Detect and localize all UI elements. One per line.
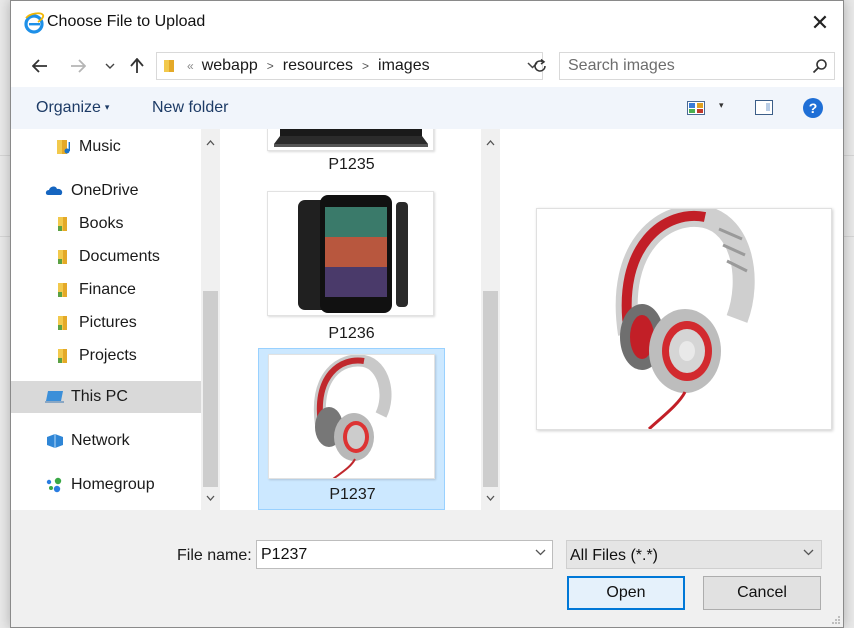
chevron-down-icon[interactable] <box>535 548 546 559</box>
open-button[interactable]: Open <box>567 576 685 610</box>
file-name: P1237 <box>329 486 376 503</box>
internet-explorer-icon <box>24 12 45 34</box>
folder-icon <box>58 250 67 264</box>
forward-button[interactable] <box>65 53 91 79</box>
close-icon: ✕ <box>810 10 830 35</box>
scrollbar-thumb[interactable] <box>203 291 218 487</box>
back-button[interactable] <box>27 53 53 79</box>
folder-icon <box>164 60 174 72</box>
nav-label: OneDrive <box>71 182 139 199</box>
tablet-thumbnail <box>267 191 434 316</box>
music-folder-icon <box>57 140 70 154</box>
chevron-down-icon <box>105 63 115 69</box>
file-type-select[interactable]: All Files (*.*) <box>566 540 822 569</box>
file-name-input[interactable] <box>257 541 527 568</box>
search-box[interactable] <box>559 52 835 80</box>
dialog-title: Choose File to Upload <box>47 13 206 30</box>
nav-label: This PC <box>71 388 128 405</box>
file-name: P1236 <box>328 325 375 342</box>
file-upload-dialog: Choose File to Upload ✕ « webapp > resou… <box>10 0 844 628</box>
title-bar: Choose File to Upload ✕ <box>11 1 843 45</box>
laptop-thumbnail <box>267 129 434 151</box>
homegroup-icon <box>46 477 62 493</box>
file-name: P1235 <box>328 156 375 173</box>
scrollbar-thumb[interactable] <box>483 291 498 487</box>
breadcrumb-webapp[interactable]: webapp <box>202 57 258 75</box>
preview-pane-icon[interactable] <box>755 100 773 115</box>
view-options-caret-icon[interactable]: ▾ <box>719 100 724 111</box>
nav-label: Documents <box>79 248 160 265</box>
file-type-value: All Files (*.*) <box>570 547 659 564</box>
navigation-scrollbar[interactable] <box>201 129 220 510</box>
nav-item-books[interactable]: Books <box>11 209 201 239</box>
folder-icon <box>58 349 67 363</box>
scroll-down-icon[interactable] <box>201 489 220 507</box>
chevron-right-icon[interactable]: > <box>362 59 369 73</box>
address-row: « webapp > resources > images <box>11 45 843 87</box>
nav-label: Finance <box>79 281 136 298</box>
nav-item-this-pc[interactable]: This PC <box>11 381 201 413</box>
network-icon <box>47 434 63 448</box>
nav-label: Music <box>79 138 121 155</box>
nav-label: Projects <box>79 347 137 364</box>
search-icon[interactable] <box>812 58 828 74</box>
scroll-up-icon[interactable] <box>481 134 500 152</box>
nav-item-projects[interactable]: Projects <box>11 341 201 371</box>
new-folder-button[interactable]: New folder <box>152 99 228 117</box>
file-name-combobox[interactable] <box>256 540 553 569</box>
change-view-icon[interactable] <box>687 101 705 115</box>
cancel-button[interactable]: Cancel <box>703 576 821 610</box>
computer-icon <box>45 391 64 403</box>
scroll-up-icon[interactable] <box>201 134 220 152</box>
chevron-right-icon[interactable]: > <box>267 59 274 73</box>
file-name-label: File name: <box>177 547 252 564</box>
close-button[interactable]: ✕ <box>797 1 843 45</box>
nav-label: Books <box>79 215 124 232</box>
file-list: P1235 P1236 P1237 <box>220 129 481 510</box>
preview-pane <box>500 129 843 510</box>
file-list-scrollbar[interactable] <box>481 129 500 510</box>
organize-button[interactable]: Organize ▾ <box>36 99 109 117</box>
organize-label: Organize <box>36 99 101 116</box>
command-bar: Organize ▾ New folder ▾ ? <box>11 87 843 129</box>
nav-item-pictures[interactable]: Pictures <box>11 308 201 338</box>
headphones-thumbnail <box>268 354 435 479</box>
nav-item-music[interactable]: Music <box>11 132 201 162</box>
forward-arrow-icon <box>71 59 86 73</box>
file-tile-p1235[interactable]: P1235 <box>258 129 445 179</box>
recent-locations-button[interactable] <box>97 53 123 79</box>
caret-down-icon: ▾ <box>104 102 110 113</box>
back-arrow-icon <box>32 59 47 73</box>
refresh-button[interactable] <box>527 53 553 79</box>
breadcrumb-resources[interactable]: resources <box>283 57 353 75</box>
folder-icon <box>58 283 67 297</box>
chevron-down-icon <box>803 548 814 559</box>
search-input[interactable] <box>560 53 800 79</box>
breadcrumb-images[interactable]: images <box>378 57 430 75</box>
scroll-down-icon[interactable] <box>481 489 500 507</box>
nav-label: Homegroup <box>71 476 155 493</box>
nav-item-onedrive[interactable]: OneDrive <box>11 176 201 206</box>
address-overflow-icon[interactable]: « <box>187 59 194 73</box>
nav-item-network[interactable]: Network <box>11 426 201 456</box>
nav-item-finance[interactable]: Finance <box>11 275 201 305</box>
navigation-pane: Music OneDrive Books Documents Finance P… <box>11 129 201 510</box>
refresh-icon <box>534 58 546 72</box>
resize-grip-icon[interactable] <box>831 615 841 625</box>
nav-label: Network <box>71 432 130 449</box>
nav-label: Pictures <box>79 314 137 331</box>
nav-item-documents[interactable]: Documents <box>11 242 201 272</box>
folder-icon <box>58 217 67 231</box>
folder-icon <box>58 316 67 330</box>
headphones-preview <box>536 204 832 431</box>
file-tile-p1237[interactable]: P1237 <box>258 348 445 510</box>
onedrive-icon <box>45 186 63 195</box>
up-arrow-icon <box>130 58 144 73</box>
file-tile-p1236[interactable]: P1236 <box>258 185 445 347</box>
address-bar[interactable]: « webapp > resources > images <box>156 52 543 80</box>
help-icon[interactable]: ? <box>803 98 823 118</box>
dialog-footer: File name: All Files (*.*) Open Cancel <box>11 510 843 627</box>
up-button[interactable] <box>124 53 150 79</box>
nav-item-homegroup[interactable]: Homegroup <box>11 470 201 500</box>
